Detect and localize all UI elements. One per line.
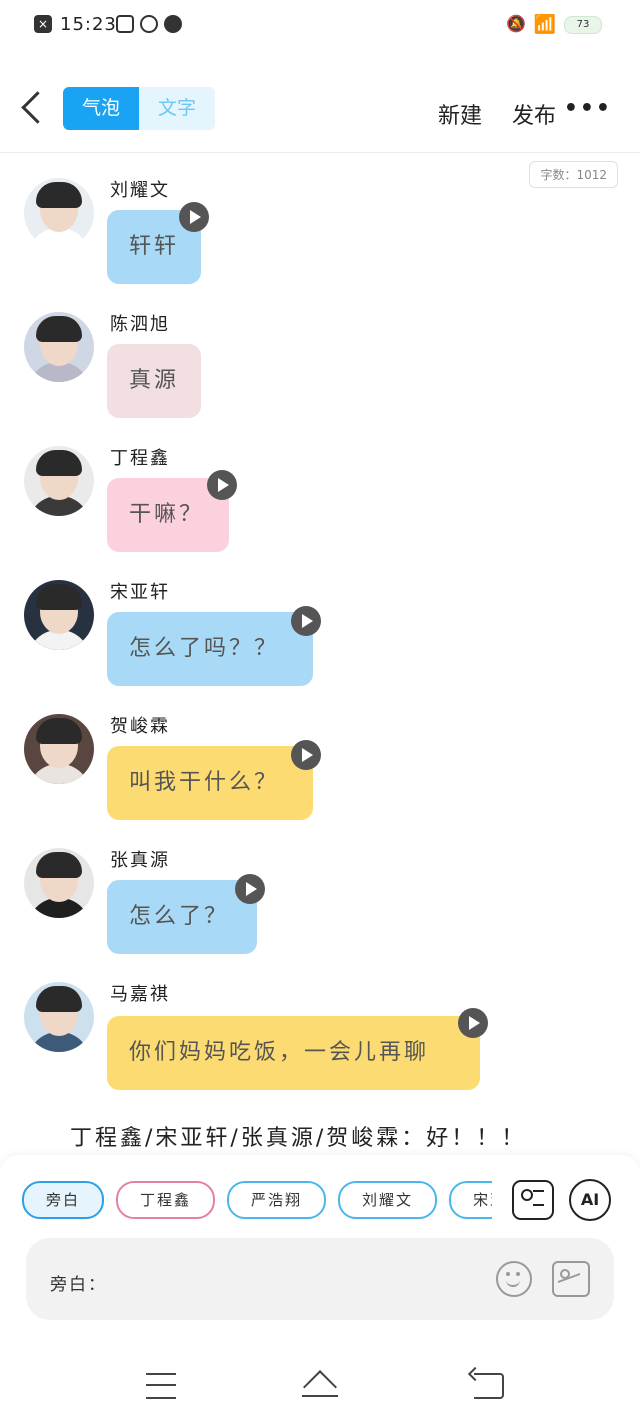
battery-indicator: 73 xyxy=(564,16,602,34)
message-bubble[interactable]: 你们妈妈吃饭，一会儿再聊 xyxy=(107,1016,480,1090)
message-bubble[interactable]: 真源 xyxy=(107,344,201,418)
sender-name: 宋亚轩 xyxy=(110,582,170,603)
app-notification-icon-2 xyxy=(140,15,158,33)
role-chip[interactable]: 刘耀文 xyxy=(338,1181,438,1219)
avatar[interactable] xyxy=(24,312,94,382)
character-card-icon[interactable] xyxy=(512,1180,554,1220)
avatar[interactable] xyxy=(24,982,94,1052)
app-notification-icon-3 xyxy=(164,15,182,33)
back-icon[interactable] xyxy=(474,1373,504,1399)
sender-name: 刘耀文 xyxy=(110,180,170,201)
play-voice-icon[interactable] xyxy=(291,740,321,770)
sender-name: 丁程鑫 xyxy=(110,448,170,469)
sender-name: 马嘉祺 xyxy=(110,984,170,1005)
compose-panel: 旁白丁程鑫严浩翔刘耀文宋亚轩 AI 旁白： xyxy=(0,1155,640,1355)
publish-button[interactable]: 发布 xyxy=(512,98,556,130)
avatar[interactable] xyxy=(24,848,94,918)
sender-name: 贺峻霖 xyxy=(110,716,170,737)
mute-bell-icon: 🔕 xyxy=(506,14,526,33)
word-count-badge: 字数：1012 xyxy=(529,161,618,188)
role-chip[interactable]: 严浩翔 xyxy=(227,1181,327,1219)
group-reply-line[interactable]: 丁程鑫/宋亚轩/张真源/贺峻霖：好！！！ xyxy=(70,1120,526,1152)
wifi-icon: 📶 xyxy=(533,14,556,35)
role-chip-list[interactable]: 旁白丁程鑫严浩翔刘耀文宋亚轩 xyxy=(22,1181,492,1219)
ai-button[interactable]: AI xyxy=(569,1179,611,1221)
message-bubble[interactable]: 叫我干什么？ xyxy=(107,746,313,820)
avatar[interactable] xyxy=(24,446,94,516)
message-bubble[interactable]: 怎么了吗？？ xyxy=(107,612,313,686)
play-voice-icon[interactable] xyxy=(207,470,237,500)
home-icon[interactable] xyxy=(302,1371,338,1399)
system-nav-bar xyxy=(0,1355,640,1422)
close-notification-icon: × xyxy=(34,15,52,33)
top-header: 气泡 文字 新建 发布 ••• xyxy=(0,70,640,153)
input-placeholder: 旁白： xyxy=(50,1275,107,1295)
role-chip-narration[interactable]: 旁白 xyxy=(22,1181,105,1219)
status-bar: × 15:23 🔕 📶 73 xyxy=(0,0,640,52)
app-notification-icon xyxy=(116,15,134,33)
tab-bubble[interactable]: 气泡 xyxy=(63,87,139,130)
role-chip[interactable]: 丁程鑫 xyxy=(116,1181,216,1219)
emoji-icon[interactable] xyxy=(496,1261,532,1297)
status-time: 15:23 xyxy=(60,14,117,35)
sender-name: 张真源 xyxy=(110,850,170,871)
play-voice-icon[interactable] xyxy=(235,874,265,904)
more-options-icon[interactable]: ••• xyxy=(564,96,612,121)
image-icon[interactable] xyxy=(552,1261,590,1297)
avatar[interactable] xyxy=(24,714,94,784)
avatar[interactable] xyxy=(24,580,94,650)
tab-text[interactable]: 文字 xyxy=(139,87,215,130)
menu-icon[interactable] xyxy=(146,1373,176,1399)
role-chip[interactable]: 宋亚轩 xyxy=(449,1181,492,1219)
play-voice-icon[interactable] xyxy=(458,1008,488,1038)
message-input[interactable]: 旁白： xyxy=(26,1238,614,1320)
sender-name: 陈泗旭 xyxy=(110,314,170,335)
play-voice-icon[interactable] xyxy=(291,606,321,636)
mode-toggle: 气泡 文字 xyxy=(63,87,215,130)
back-arrow-icon[interactable] xyxy=(18,90,48,130)
play-voice-icon[interactable] xyxy=(179,202,209,232)
new-button[interactable]: 新建 xyxy=(438,98,482,130)
avatar[interactable] xyxy=(24,178,94,248)
